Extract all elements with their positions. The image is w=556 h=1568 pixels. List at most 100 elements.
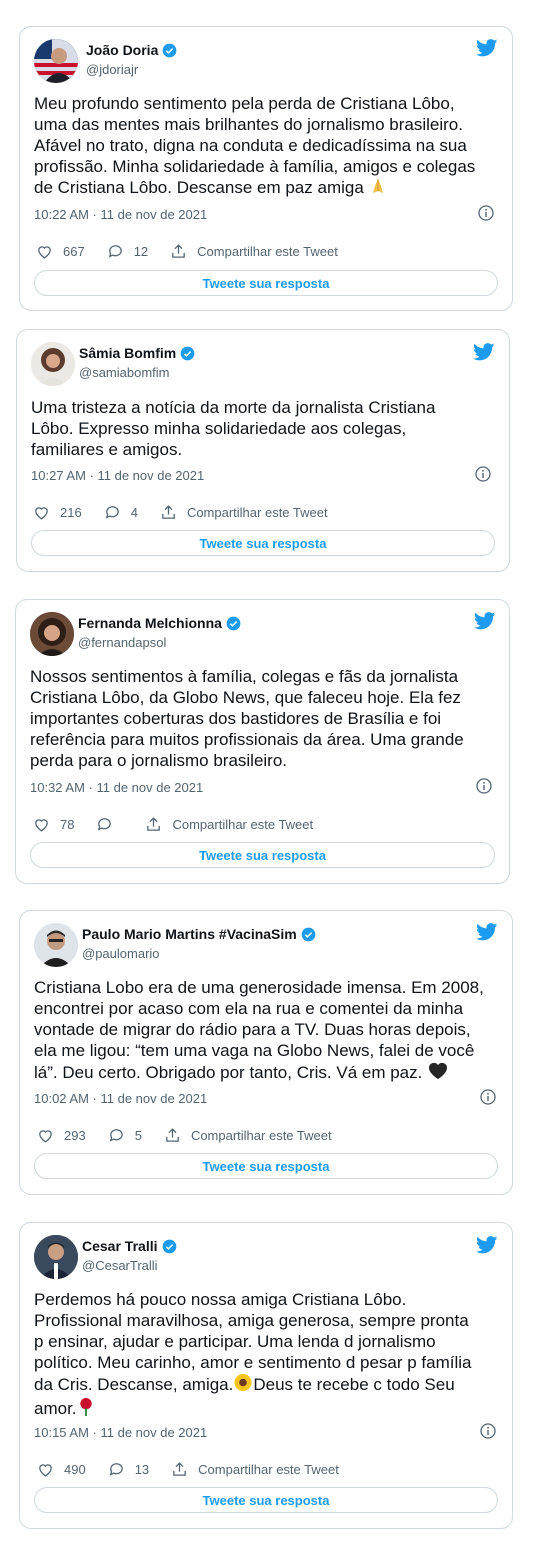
reply-count: 5 (134, 1128, 142, 1143)
twitter-bird-icon[interactable] (474, 612, 496, 630)
reply-bubble-icon (108, 245, 122, 258)
tweet-line: encontrei por acaso com ela na rua e com… (34, 999, 464, 1018)
user-handle[interactable]: @jdoriajr (86, 62, 138, 77)
heart-icon (38, 246, 51, 259)
reply-count: 13 (134, 1462, 150, 1477)
timestamp[interactable]: 10:32 AM · 11 de nov de 2021 (30, 780, 203, 795)
tweet-line: profissão. Minha solidariedade à família… (34, 157, 476, 176)
avatar[interactable] (30, 612, 74, 656)
share-button[interactable]: Compartilhar este Tweet (160, 504, 328, 521)
like-button[interactable]: 490 (37, 1461, 86, 1478)
tweet-line: lá”. Deu certo. Obrigado por tanto, Cris… (34, 1063, 423, 1082)
tweet-line: Profissional maravilhosa, amiga generosa… (34, 1311, 469, 1330)
info-icon[interactable] (478, 205, 494, 221)
heart-icon (39, 1464, 52, 1477)
reply-count-button[interactable]: 5 (108, 1127, 142, 1144)
like-button[interactable]: 293 (37, 1127, 86, 1144)
like-button[interactable]: 216 (33, 504, 82, 521)
info-icon[interactable] (476, 778, 492, 794)
tweet-text: Uma tristeza a notícia da morte da jorna… (31, 397, 435, 460)
share-icon (162, 505, 175, 519)
reply-count-button[interactable] (96, 816, 123, 833)
user-handle[interactable]: @samiabomfim (79, 365, 170, 380)
reply-button[interactable]: Tweete sua resposta (30, 842, 495, 868)
tweet-line: Afável no trato, digna na conduta e dedi… (34, 136, 467, 155)
reply-button[interactable]: Tweete sua resposta (31, 530, 495, 556)
tweet-line: importantes coberturas dos bastidores de… (30, 709, 442, 728)
like-count: 667 (63, 244, 85, 259)
verified-badge-icon (162, 43, 177, 57)
display-name[interactable]: Cesar Tralli (82, 1238, 158, 1254)
tweet-card-4: Paulo Mario Martins #VacinaSim @paulomar… (19, 910, 513, 1195)
timestamp[interactable]: 10:27 AM · 11 de nov de 2021 (31, 468, 204, 483)
share-button[interactable]: Compartilhar este Tweet (170, 243, 338, 260)
share-label: Compartilhar este Tweet (186, 505, 328, 520)
display-name[interactable]: Fernanda Melchionna (78, 615, 222, 631)
reply-count-button[interactable]: 12 (107, 243, 148, 260)
heart-icon (35, 819, 48, 832)
tweet-line: de Cristiana Lôbo. Descanse em paz amiga (34, 178, 364, 197)
tweet-line: Perdemos há pouco nossa amiga Cristiana … (34, 1290, 407, 1309)
tweet-line: ela me ligou: “tem uma vaga na Globo New… (34, 1041, 475, 1060)
share-icon (172, 244, 185, 258)
timestamp[interactable]: 10:22 AM · 11 de nov de 2021 (34, 207, 207, 222)
reply-bubble-icon (98, 818, 112, 831)
info-icon[interactable] (475, 466, 491, 482)
user-handle[interactable]: @paulomario (82, 946, 160, 961)
share-button[interactable]: Compartilhar este Tweet (145, 816, 313, 833)
like-button[interactable]: 78 (33, 816, 74, 833)
avatar[interactable] (34, 39, 78, 83)
tweet-line: Cristiana Lobo era de uma generosidade i… (34, 978, 484, 997)
like-count: 490 (64, 1462, 86, 1477)
tweet-line: vontade de migrar do rádio para a TV. Du… (34, 1020, 471, 1039)
tweet-card-1: João Doria @jdoriajr Meu profundo sentim… (19, 26, 513, 311)
reply-count-button[interactable]: 4 (104, 504, 138, 521)
tweet-line: referência para muitos profissionais da … (30, 730, 464, 749)
share-icon (147, 817, 161, 831)
tweet-line: familiares e amigos. (31, 440, 183, 459)
twitter-bird-icon[interactable] (476, 923, 498, 941)
share-label: Compartilhar este Tweet (172, 817, 314, 832)
timestamp[interactable]: 10:15 AM · 11 de nov de 2021 (34, 1425, 207, 1440)
display-name[interactable]: Sâmia Bomfim (79, 345, 176, 361)
twitter-bird-icon[interactable] (473, 343, 495, 361)
twitter-bird-icon[interactable] (476, 39, 498, 57)
tweet-line: Meu profundo sentimento pela perda de Cr… (34, 94, 455, 113)
verified-badge-icon (180, 346, 195, 360)
sunflower-icon (233, 1373, 253, 1397)
share-button[interactable]: Compartilhar este Tweet (171, 1461, 339, 1478)
reply-button[interactable]: Tweete sua resposta (34, 1487, 498, 1513)
tweet-line: amor. (34, 1399, 77, 1418)
display-name[interactable]: João Doria (86, 42, 158, 58)
reply-bubble-icon (109, 1129, 123, 1142)
tweet-line: da Cris. Descanse, amiga. (34, 1375, 234, 1394)
share-button[interactable]: Compartilhar este Tweet (164, 1127, 332, 1144)
like-button[interactable]: 667 (36, 243, 85, 260)
info-icon[interactable] (480, 1089, 496, 1105)
tweet-text: Cristiana Lobo era de uma generosidade i… (34, 977, 484, 1085)
verified-badge-icon (226, 616, 241, 630)
reply-count: 12 (133, 244, 149, 259)
like-count: 293 (64, 1128, 86, 1143)
reply-bubble-icon (109, 1463, 123, 1476)
reply-button[interactable]: Tweete sua resposta (34, 270, 498, 296)
info-icon[interactable] (480, 1423, 496, 1439)
reply-bubble-icon (105, 506, 119, 519)
share-icon (173, 1462, 186, 1476)
timestamp[interactable]: 10:02 AM · 11 de nov de 2021 (34, 1091, 207, 1106)
user-handle[interactable]: @fernandapsol (78, 635, 166, 650)
avatar[interactable] (34, 1235, 78, 1279)
tweet-line: Deus te recebe c todo Seu (253, 1375, 455, 1394)
avatar[interactable] (31, 342, 75, 386)
avatar[interactable] (34, 923, 78, 967)
share-label: Compartilhar este Tweet (197, 244, 338, 259)
user-handle[interactable]: @CesarTralli (82, 1258, 158, 1273)
display-name[interactable]: Paulo Mario Martins #VacinaSim (82, 926, 297, 942)
reply-button[interactable]: Tweete sua resposta (34, 1153, 498, 1179)
share-label: Compartilhar este Tweet (198, 1462, 339, 1477)
tweet-text: Nossos sentimentos à família, colegas e … (30, 666, 464, 771)
twitter-bird-icon[interactable] (476, 1236, 498, 1254)
reply-count-button[interactable]: 13 (108, 1461, 149, 1478)
heart-icon (39, 1130, 52, 1143)
like-count: 78 (60, 817, 75, 832)
